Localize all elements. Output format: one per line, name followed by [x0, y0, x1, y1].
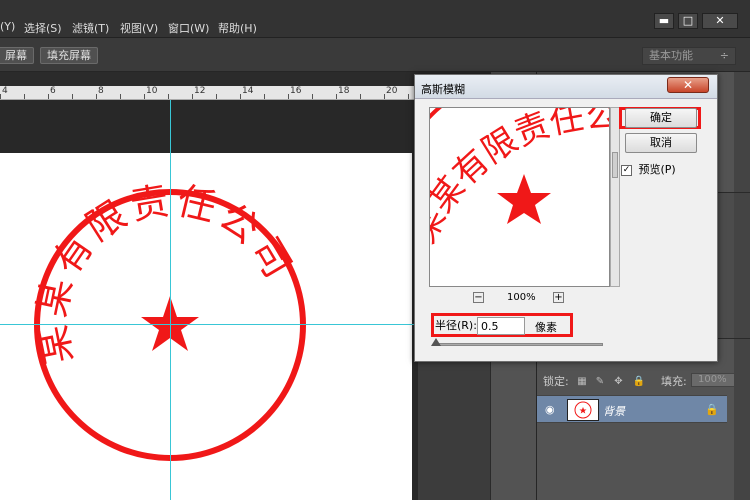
- preview-graphic: 某某有限责任公司: [430, 108, 610, 250]
- lock-brush-icon[interactable]: ✎: [596, 377, 606, 387]
- zoom-out-button[interactable]: −: [473, 292, 484, 303]
- eye-icon[interactable]: ◉: [545, 403, 557, 416]
- ruler-label: 6: [50, 86, 56, 96]
- canvas-area[interactable]: 某某有限责任公司: [0, 100, 418, 500]
- layer-row-background[interactable]: ◉ 背景 🔒: [537, 395, 727, 423]
- dialog-close-button[interactable]: ✕: [667, 77, 709, 93]
- fill-input[interactable]: 100%: [691, 373, 739, 387]
- menu-item-help[interactable]: 帮助(H): [218, 20, 257, 36]
- menu-item-select[interactable]: 选择(S): [24, 20, 62, 36]
- menu-item-image[interactable]: (Y): [0, 20, 15, 33]
- ruler-label: 8: [98, 86, 104, 96]
- lock-transparent-icon[interactable]: ▦: [577, 377, 587, 387]
- minimize-button[interactable]: ▬: [654, 13, 674, 29]
- ok-button[interactable]: 确定: [625, 108, 697, 128]
- cancel-button[interactable]: 取消: [625, 133, 697, 153]
- photoshop-window: (Y) 选择(S) 滤镜(T) 视图(V) 窗口(W) 帮助(H) ▬ □ ✕ …: [0, 0, 750, 500]
- preview-checkbox-label: 预览(P): [638, 163, 676, 176]
- star-icon: [497, 174, 551, 224]
- preview-option[interactable]: ✓ 预览(P): [621, 161, 676, 177]
- lock-move-icon[interactable]: ✥: [614, 377, 624, 387]
- ruler-label: 20: [386, 86, 398, 96]
- fit-screen-button[interactable]: 屏幕: [0, 47, 34, 64]
- menu-bar: (Y) 选择(S) 滤镜(T) 视图(V) 窗口(W) 帮助(H) ▬ □ ✕: [0, 0, 750, 38]
- lock-all-icon[interactable]: 🔒: [633, 377, 645, 387]
- radius-input[interactable]: [477, 317, 525, 335]
- menu-item-filter[interactable]: 滤镜(T): [72, 20, 109, 36]
- layers-panel: 锁定: ▦ ✎ ✥ 🔒 填充: 100% ◉ 背景 🔒: [536, 338, 750, 500]
- blur-preview[interactable]: 某某有限责任公司: [429, 107, 610, 287]
- chevron-updown-icon: ÷: [719, 49, 729, 62]
- preview-stamp-text: 某某有限责任公司: [430, 108, 610, 250]
- horizontal-ruler: 4 6 8 10 12 14 16 18 20: [0, 86, 420, 100]
- menu-item-view[interactable]: 视图(V): [120, 20, 158, 36]
- lock-label: 锁定:: [543, 375, 569, 388]
- lock-row: 锁定: ▦ ✎ ✥ 🔒: [543, 373, 645, 389]
- radius-slider-track[interactable]: [435, 343, 603, 346]
- ruler-label: 12: [194, 86, 206, 96]
- zoom-in-button[interactable]: +: [553, 292, 564, 303]
- vertical-guide[interactable]: [170, 100, 171, 500]
- maximize-button[interactable]: □: [678, 13, 698, 29]
- radius-row: 半径(R): 像素: [435, 317, 557, 335]
- lock-icon: 🔒: [705, 403, 719, 416]
- preview-checkbox[interactable]: ✓: [621, 164, 632, 176]
- radius-label: 半径(R):: [435, 319, 477, 332]
- ruler-label: 14: [242, 86, 254, 96]
- ruler-label: 10: [146, 86, 158, 96]
- ruler-label: 18: [338, 86, 350, 96]
- stamp-graphic: 某某有限责任公司: [30, 178, 306, 461]
- zoom-level: 100%: [507, 292, 536, 303]
- workspace-select[interactable]: 基本功能 ÷: [642, 47, 736, 65]
- preview-scrollbar[interactable]: [610, 107, 620, 287]
- dialog-titlebar[interactable]: 高斯模糊 ✕: [415, 75, 717, 99]
- layer-name: 背景: [603, 405, 625, 418]
- dialog-title: 高斯模糊: [421, 83, 465, 96]
- ruler-label: 16: [290, 86, 302, 96]
- fill-label: 填充:: [661, 375, 687, 388]
- panel-scrollbar[interactable]: [734, 193, 750, 338]
- panel-scrollbar[interactable]: [734, 339, 750, 500]
- options-bar: 屏幕 填充屏幕 基本功能 ÷: [0, 38, 750, 72]
- gaussian-blur-dialog: 高斯模糊 ✕ 某某有限责任公司 − 100% + 确定 取消: [414, 74, 718, 362]
- workspace-label: 基本功能: [649, 49, 693, 62]
- panel-scrollbar[interactable]: [734, 72, 750, 192]
- fill-screen-button[interactable]: 填充屏幕: [40, 47, 98, 64]
- layer-thumbnail: [567, 399, 599, 421]
- menu-item-window[interactable]: 窗口(W): [168, 20, 209, 36]
- ruler-label: 4: [2, 86, 8, 96]
- zoom-controls: − 100% +: [473, 291, 573, 305]
- close-button[interactable]: ✕: [702, 13, 738, 29]
- horizontal-guide[interactable]: [0, 324, 418, 325]
- radius-slider-thumb[interactable]: [431, 338, 441, 346]
- radius-unit: 像素: [535, 321, 557, 334]
